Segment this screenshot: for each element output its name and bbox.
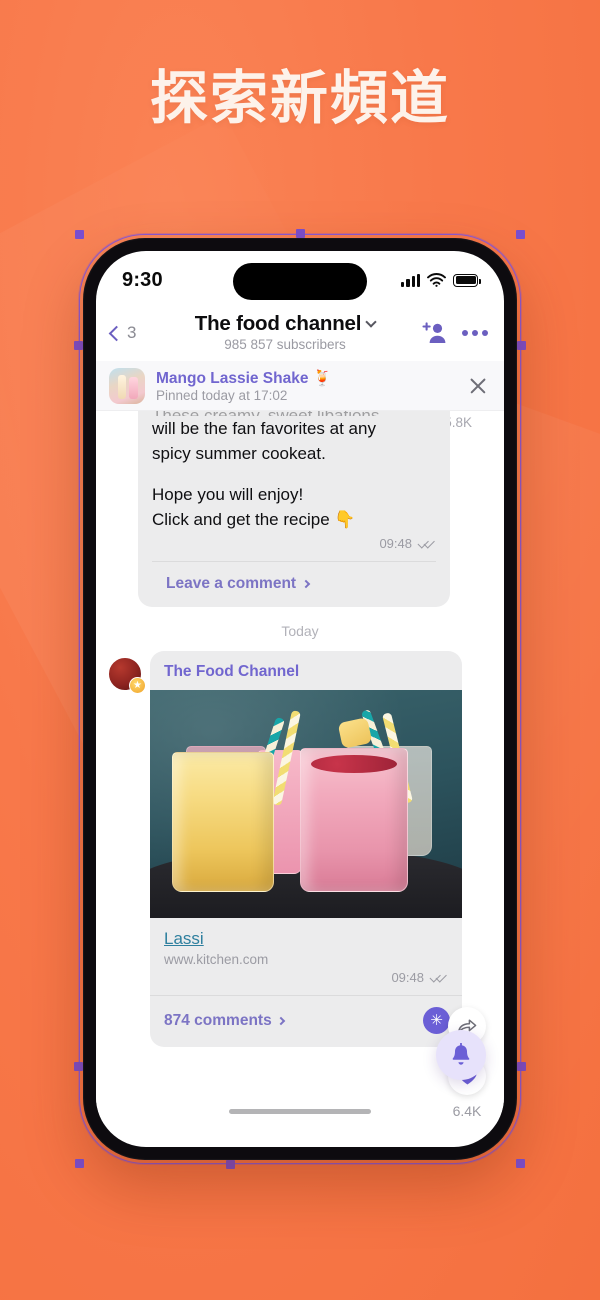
notifications-fab[interactable] — [436, 1030, 486, 1080]
add-user-icon[interactable] — [422, 322, 448, 344]
mango-garnish — [337, 717, 373, 749]
card-message-time: 09:48 — [391, 970, 424, 985]
selection-handle-right-lower[interactable] — [517, 1062, 526, 1071]
phone-body: 9:30 3 The food channel 985 857 subscrib… — [83, 238, 517, 1160]
top-message-line-5-row: Click and get the recipe 👇 — [152, 507, 436, 532]
chevron-down-icon — [365, 316, 377, 328]
close-icon[interactable] — [468, 376, 488, 396]
like-count: 6.4K — [452, 1103, 482, 1119]
top-message-line-4: Hope you will enjoy! — [152, 485, 304, 504]
top-message-line-5: Click and get the recipe — [152, 510, 330, 529]
status-time: 9:30 — [122, 268, 163, 291]
smoothies-photo[interactable] — [150, 690, 462, 918]
pinned-message-thumbnail — [109, 367, 145, 404]
top-message-clipped-line: These creamy, sweet libations, — [152, 411, 436, 416]
top-message-meta: 09:48 — [152, 532, 436, 561]
chevron-right-icon — [276, 1016, 285, 1025]
top-message-line-2: will be the fan favorites at any — [152, 419, 376, 438]
pinned-message-title: Mango Lassie Shake 🍹 — [156, 369, 333, 387]
glass-berry-smoothie — [300, 748, 408, 892]
selection-handle-top-center[interactable] — [296, 229, 305, 238]
selection-handle-left-upper[interactable] — [74, 341, 83, 350]
status-bar: 9:30 — [96, 251, 504, 305]
selection-handle-top-right[interactable] — [516, 230, 525, 239]
bell-icon — [452, 1042, 470, 1065]
top-message-line-3: spicy summer cookeat. — [152, 444, 326, 463]
card-message-row: ★ The Food Channel Lassi www.kitchen.com… — [96, 651, 504, 1047]
selection-handle-top-left[interactable] — [75, 230, 84, 239]
double-check-icon — [417, 537, 436, 549]
channel-title-block[interactable]: The food channel 985 857 subscribers — [168, 312, 402, 352]
chevron-right-icon — [301, 579, 311, 589]
comments-link[interactable]: 874 comments — [164, 1011, 285, 1030]
page-title: The food channel — [194, 312, 362, 335]
selection-handle-right-upper[interactable] — [517, 341, 526, 350]
pinned-message-texts: Mango Lassie Shake 🍹 Pinned today at 17:… — [156, 369, 457, 403]
link-title[interactable]: Lassi — [164, 929, 204, 949]
selection-handle-left-lower[interactable] — [74, 1062, 83, 1071]
battery-icon — [453, 273, 481, 287]
dynamic-island — [233, 263, 367, 300]
link-preview-card[interactable]: The Food Channel Lassi www.kitchen.com 0… — [150, 651, 462, 1047]
comments-label: 874 comments — [164, 1011, 272, 1029]
top-message-time: 09:48 — [379, 536, 412, 551]
promo-title: 探索新頻道 — [149, 66, 450, 131]
chat-header: 3 The food channel 985 857 subscribers — [96, 305, 504, 361]
berry-garnish — [311, 755, 397, 773]
double-check-icon — [429, 971, 448, 983]
selection-handle-bottom-center[interactable] — [226, 1160, 235, 1169]
day-separator: Today — [281, 623, 319, 639]
status-indicators — [401, 273, 481, 287]
leave-comment-label: Leave a comment — [166, 575, 297, 592]
cellular-bars-icon — [401, 273, 420, 287]
card-footer: 874 comments ✳ — [150, 996, 462, 1047]
home-indicator-bar[interactable] — [229, 1109, 371, 1114]
pinned-message-subtitle: Pinned today at 17:02 — [156, 387, 288, 403]
chat-message-list[interactable]: 5.8K These creamy, sweet libations, will… — [96, 411, 504, 1124]
glass-mango-smoothie — [172, 752, 274, 892]
chevron-left-icon — [108, 325, 125, 341]
phone-screen: 9:30 3 The food channel 985 857 subscrib… — [96, 251, 504, 1147]
phone-mockup: 9:30 3 The food channel 985 857 subscrib… — [74, 229, 526, 1169]
selection-handle-bottom-right[interactable] — [516, 1159, 525, 1168]
wifi-icon — [427, 273, 446, 287]
pinned-message-bar[interactable]: Mango Lassie Shake 🍹 Pinned today at 17:… — [96, 361, 504, 411]
link-url: www.kitchen.com — [164, 952, 269, 967]
subscriber-count: 985 857 subscribers — [224, 337, 346, 352]
selection-handle-bottom-left[interactable] — [75, 1159, 84, 1168]
card-message-meta: 09:48 — [150, 967, 462, 995]
back-button[interactable]: 3 — [108, 323, 168, 343]
header-actions — [402, 322, 488, 344]
back-unread-count: 3 — [127, 323, 137, 342]
more-horizontal-icon[interactable] — [462, 330, 488, 336]
link-info[interactable]: Lassi www.kitchen.com — [150, 918, 462, 967]
pointing-down-icon: 👇 — [334, 510, 356, 529]
star-badge-icon: ★ — [129, 677, 146, 694]
channel-avatar[interactable]: ★ — [108, 657, 146, 694]
leave-comment-row[interactable]: Leave a comment — [152, 562, 436, 607]
card-sender-name: The Food Channel — [164, 663, 300, 680]
top-message-bubble[interactable]: These creamy, sweet libations, will be t… — [138, 411, 450, 607]
